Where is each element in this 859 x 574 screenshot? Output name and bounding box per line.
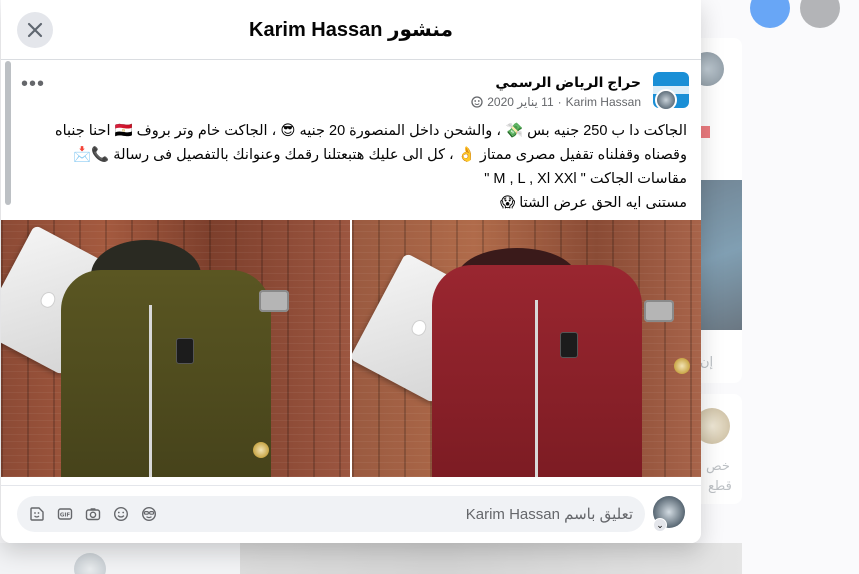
watch-image	[674, 358, 690, 374]
comment-composer: ⌄ GIF	[1, 485, 701, 543]
jacket-zipper	[149, 305, 152, 477]
sticker-icon[interactable]	[29, 506, 45, 522]
jacket-zipper	[535, 300, 538, 477]
gif-icon[interactable]: GIF	[57, 506, 73, 522]
close-icon	[27, 22, 43, 38]
audience-icon	[471, 96, 483, 108]
post-line: وقصناه وقفلناه تقفيل مصرى ممتاز 👌 ، كل ا…	[73, 147, 687, 163]
post-meta: Karim Hassan · 11 يناير 2020	[471, 95, 641, 109]
comment-box[interactable]: GIF	[17, 496, 645, 532]
jacket-badge	[560, 332, 578, 358]
post-photos	[1, 220, 701, 477]
chevron-down-icon[interactable]: ⌄	[653, 518, 667, 532]
camera-image	[644, 300, 674, 322]
modal-header: منشور Karim Hassan	[1, 0, 701, 60]
avatar-sticker-icon[interactable]	[141, 506, 157, 522]
author-name[interactable]: Karim Hassan	[566, 95, 641, 109]
post-line: مقاسات الجاكت " M , L , Xl XXl "	[484, 171, 687, 187]
post-text: الجاكت دا ب 250 جنيه بس 💸 ، والشحن داخل …	[1, 115, 701, 215]
comment-tools: GIF	[29, 506, 157, 522]
author-avatar[interactable]	[655, 89, 677, 111]
close-button[interactable]	[17, 12, 53, 48]
camera-image	[259, 290, 289, 312]
photo-olive-jacket[interactable]	[1, 220, 350, 477]
modal-title: منشور Karim Hassan	[249, 19, 453, 41]
emoji-icon[interactable]	[113, 506, 129, 522]
comment-input[interactable]	[333, 505, 633, 523]
jacket-body	[61, 270, 271, 477]
post-line: مستنى ايه الحق عرض الشتا 😱	[500, 195, 687, 211]
jacket-badge	[176, 338, 194, 364]
post-modal: منشور Karim Hassan حراج الرياض الرسمي Ka…	[1, 0, 701, 543]
page-name[interactable]: حراج الرياض الرسمي	[495, 74, 641, 91]
camera-icon[interactable]	[85, 506, 101, 522]
photo-red-jacket[interactable]	[352, 220, 701, 477]
more-options-button[interactable]: •••	[21, 74, 45, 94]
svg-text:GIF: GIF	[60, 513, 71, 519]
watch-image	[253, 442, 269, 458]
post-scroll-area[interactable]: حراج الرياض الرسمي Karim Hassan · 11 ينا…	[1, 61, 701, 485]
post-date[interactable]: 11 يناير 2020	[487, 95, 553, 109]
post-header: حراج الرياض الرسمي Karim Hassan · 11 ينا…	[1, 61, 701, 115]
post-line: الجاكت دا ب 250 جنيه بس 💸 ، والشحن داخل …	[55, 123, 687, 139]
meta-separator: ·	[557, 95, 562, 109]
